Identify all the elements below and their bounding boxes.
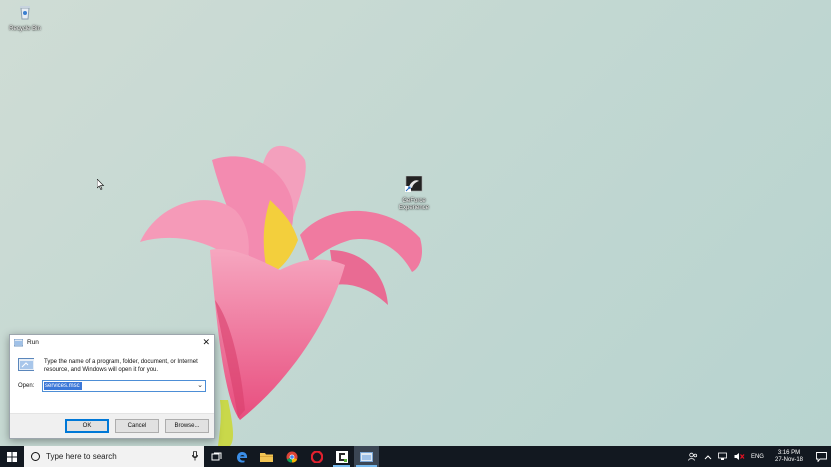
- opera-icon: [310, 450, 323, 463]
- browse-button[interactable]: Browse...: [165, 419, 209, 433]
- geforce-experience-label: GeForce Experience: [398, 198, 430, 211]
- people-icon[interactable]: [685, 452, 701, 461]
- run-dialog: Run ✕ Type the name of a program, folder…: [9, 334, 215, 439]
- edge-icon: [236, 451, 247, 463]
- cancel-button[interactable]: Cancel: [115, 419, 159, 433]
- run-titlebar[interactable]: Run ✕: [10, 335, 214, 350]
- run-description: Type the name of a program, folder, docu…: [44, 359, 198, 373]
- action-center-icon[interactable]: [811, 451, 831, 462]
- chevron-down-icon[interactable]: ⌄: [197, 381, 203, 389]
- clock-date: 27-Nov-18: [774, 456, 803, 463]
- open-combobox[interactable]: ⌄: [42, 380, 206, 392]
- geforce-glyph-icon: [405, 175, 423, 192]
- file-explorer-taskbar-button[interactable]: [254, 446, 279, 467]
- windows-logo-icon: [7, 451, 17, 462]
- run-footer: OK Cancel Browse...: [10, 413, 214, 438]
- taskbar-search-box[interactable]: Type here to search: [24, 446, 204, 467]
- run-window-icon: [360, 451, 373, 462]
- camtasia-icon: [335, 450, 348, 463]
- run-app-icon: [14, 338, 23, 346]
- run-title: Run: [27, 339, 39, 346]
- chrome-icon: [286, 451, 297, 463]
- chrome-taskbar-button[interactable]: [279, 446, 304, 467]
- cortana-icon: [31, 452, 40, 461]
- search-placeholder: Type here to search: [46, 452, 117, 461]
- volume-muted-icon[interactable]: [731, 452, 748, 461]
- camtasia-taskbar-button[interactable]: [329, 446, 354, 467]
- microphone-icon[interactable]: [192, 451, 198, 461]
- recycle-bin-icon[interactable]: Recycle Bin: [3, 4, 47, 33]
- geforce-experience-icon[interactable]: GeForce Experience: [392, 175, 436, 212]
- ok-button[interactable]: OK: [65, 419, 109, 433]
- close-icon[interactable]: ✕: [202, 337, 210, 348]
- folder-icon: [260, 452, 273, 462]
- recycle-bin-label: Recycle Bin: [9, 26, 41, 32]
- mouse-cursor-icon: [97, 179, 105, 190]
- start-button[interactable]: [0, 446, 24, 467]
- open-label: Open:: [18, 383, 35, 389]
- open-input[interactable]: [44, 382, 82, 390]
- clock-time: 3:16 PM: [777, 449, 801, 456]
- task-view-icon: [211, 452, 221, 460]
- taskbar: Type here to search ENG 3:16 PM 27-Nov-1…: [0, 446, 831, 467]
- system-tray: ENG 3:16 PM 27-Nov-18: [685, 446, 831, 467]
- run-taskbar-button[interactable]: [354, 446, 379, 467]
- network-icon[interactable]: [715, 452, 731, 461]
- recycle-bin-glyph-icon: [20, 6, 30, 20]
- edge-taskbar-button[interactable]: [229, 446, 254, 467]
- clock[interactable]: 3:16 PM 27-Nov-18: [767, 450, 811, 464]
- task-view-button[interactable]: [204, 446, 229, 467]
- language-indicator[interactable]: ENG: [748, 454, 767, 460]
- opera-taskbar-button[interactable]: [304, 446, 329, 467]
- run-large-icon: [18, 358, 34, 371]
- chevron-up-icon[interactable]: [701, 454, 715, 460]
